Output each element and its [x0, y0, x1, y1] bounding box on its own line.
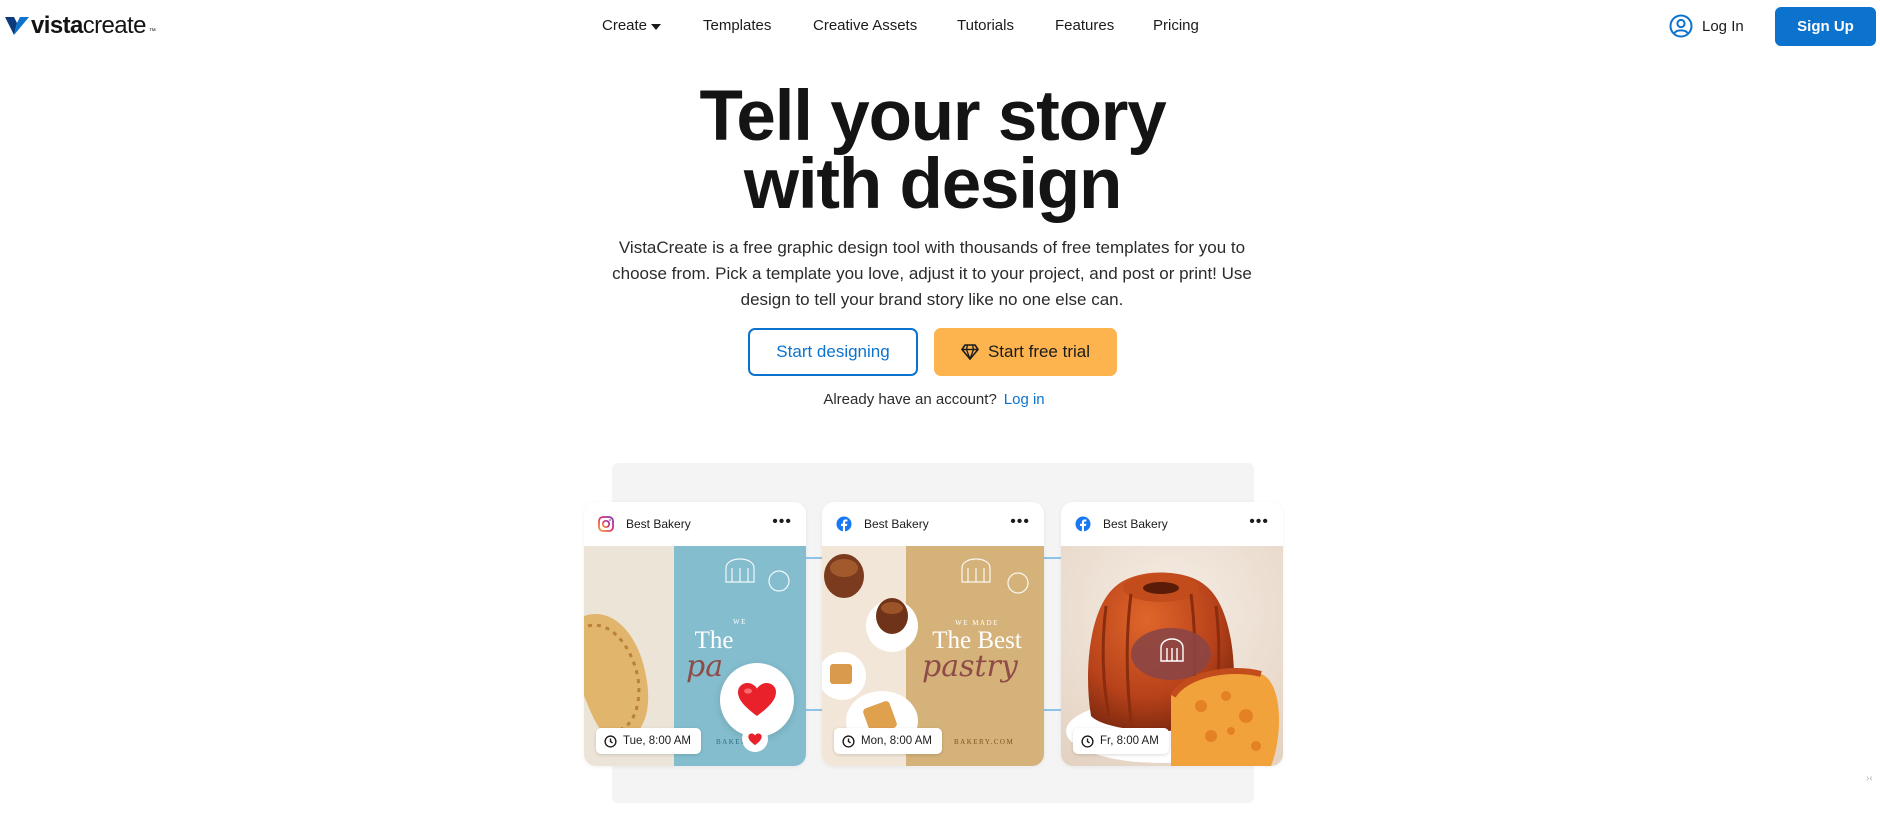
chevron-down-icon: [651, 23, 662, 30]
schedule-time: Tue, 8:00 AM: [623, 735, 691, 747]
post-card-header: Best Bakery •••: [584, 502, 806, 546]
schedule-time-badge: Tue, 8:00 AM: [596, 728, 701, 754]
nav-item-label: Features: [1055, 17, 1115, 34]
nav-item-label: Pricing: [1153, 17, 1199, 34]
poster-tagline: WE MADE: [955, 619, 999, 627]
clock-icon: [604, 734, 617, 748]
hero-description-line: choose from. Pick a template you love, a…: [612, 264, 1252, 283]
nav-item-label: Templates: [703, 17, 772, 34]
account-prompt-text: Already have an account?: [823, 391, 997, 408]
poster-tagline: WE: [733, 618, 747, 626]
post-preview-image: Fr, 8:00 AM: [1061, 546, 1283, 766]
start-free-trial-label: Start free trial: [987, 342, 1091, 361]
start-designing-button[interactable]: Start designing: [748, 328, 918, 376]
poster-script-text: pastry: [922, 649, 1018, 684]
clock-icon: [1081, 734, 1094, 748]
scheduled-post-card[interactable]: Best Bakery ••• Fr, 8:00 AM: [1061, 502, 1283, 766]
post-card-header: Best Bakery •••: [1061, 502, 1283, 546]
vistacreate-logo[interactable]: vistacreate ™: [5, 12, 156, 40]
post-account-name: Best Bakery: [626, 517, 691, 531]
scheduled-post-card[interactable]: Best Bakery ••• WE The pa BAKERY Tue, 8:…: [584, 502, 806, 766]
post-account-name: Best Bakery: [864, 517, 929, 531]
post-preview-image: WE MADE The Best pastry BAKERY.COM Mon, …: [822, 546, 1044, 766]
facebook-icon: [1075, 516, 1091, 532]
schedule-time-badge: Fr, 8:00 AM: [1073, 728, 1169, 754]
nav-item-creative-assets[interactable]: Creative Assets: [813, 17, 917, 34]
user-circle-icon: [1669, 14, 1693, 38]
hero-title-line: Tell your story: [699, 77, 1167, 156]
hero-description-line: design to tell your brand story like no …: [740, 290, 1124, 309]
schedule-time-badge: Mon, 8:00 AM: [834, 728, 942, 754]
login-label: Log In: [1702, 17, 1744, 35]
heart-icon: [748, 733, 762, 745]
nav-item-features[interactable]: Features: [1055, 17, 1114, 34]
more-options-icon[interactable]: •••: [1249, 514, 1269, 530]
schedule-time: Fr, 8:00 AM: [1100, 735, 1159, 747]
signup-button[interactable]: Sign Up: [1775, 7, 1876, 46]
hero-title: Tell your story with design: [540, 77, 1325, 224]
timeline-connector: [1043, 709, 1063, 711]
facebook-icon: [836, 516, 852, 532]
poster-script-text: pa: [686, 649, 724, 684]
more-options-icon[interactable]: •••: [1010, 514, 1030, 530]
nav-item-create[interactable]: Create: [602, 17, 662, 34]
more-options-icon[interactable]: •••: [772, 514, 792, 530]
clock-icon: [842, 734, 855, 748]
logo-mark-icon: [5, 17, 29, 35]
hero-description-line: VistaCreate is a free graphic design too…: [618, 238, 1246, 257]
collapse-handle-icon[interactable]: ›‹: [1866, 774, 1873, 784]
hero-title-line: with design: [743, 145, 1123, 224]
nav-item-pricing[interactable]: Pricing: [1153, 17, 1199, 34]
scheduled-post-card[interactable]: Best Bakery ••• WE MADE The Best pastry …: [822, 502, 1044, 766]
heart-icon: [738, 683, 776, 716]
post-preview-image: WE The pa BAKERY Tue, 8:00 AM: [584, 546, 806, 766]
login-inline-link[interactable]: Log in: [1004, 391, 1045, 408]
nav-item-label: Create: [602, 17, 648, 34]
diamond-icon: [961, 344, 979, 360]
post-card-header: Best Bakery •••: [822, 502, 1044, 546]
poster-footer: BAKERY.COM: [954, 738, 1015, 746]
post-account-name: Best Bakery: [1103, 517, 1168, 531]
hero-description: VistaCreate is a free graphic design too…: [597, 235, 1267, 313]
start-free-trial-button[interactable]: Start free trial: [934, 328, 1117, 376]
logo-wordmark: vistacreate: [31, 12, 146, 39]
site-header: vistacreate ™ Create Templates Creative …: [0, 0, 1880, 52]
account-prompt: Already have an account? Log in: [0, 391, 1868, 408]
nav-item-label: Tutorials: [957, 17, 1014, 34]
nav-item-templates[interactable]: Templates: [703, 17, 771, 34]
instagram-icon: [598, 516, 614, 532]
login-link[interactable]: Log In: [1669, 14, 1744, 38]
schedule-time: Mon, 8:00 AM: [861, 735, 932, 747]
logo-trademark: ™: [148, 28, 156, 35]
nav-item-tutorials[interactable]: Tutorials: [957, 17, 1014, 34]
timeline-connector: [1043, 557, 1063, 559]
like-reaction-small: [742, 726, 768, 752]
nav-item-label: Creative Assets: [813, 17, 918, 34]
